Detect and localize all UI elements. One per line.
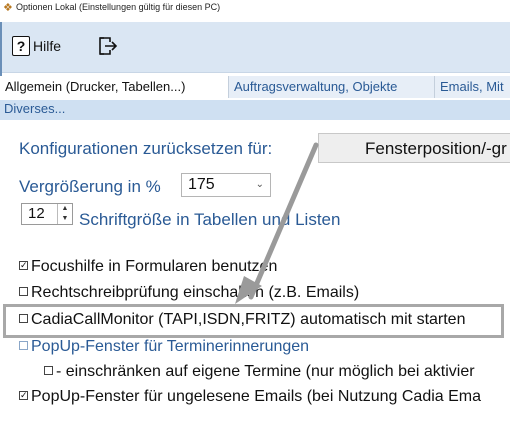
checkbox-eigene-termine[interactable] (44, 366, 53, 376)
help-icon: ? (12, 36, 30, 56)
option-rechtschreibpruefung[interactable]: Rechtschreibprüfung einschalten (z.B. Em… (19, 284, 359, 302)
tab-auftragsverwaltung[interactable]: Auftragsverwaltung, Objekte (228, 76, 439, 98)
font-size-label: Schriftgröße in Tabellen und Listen (79, 210, 341, 229)
option-eigene-termine[interactable]: - einschränken auf eigene Termine (nur m… (44, 363, 475, 381)
stepper-buttons: ▲ ▼ (57, 204, 72, 224)
toolbar: ? Hilfe (0, 22, 510, 73)
zoom-value: 175 (188, 176, 215, 193)
tab-allgemein[interactable]: Allgemein (Drucker, Tabellen...) (0, 76, 227, 98)
checkbox-terminerinnerungen[interactable] (19, 341, 28, 351)
zoom-label: Vergrößerung in % (19, 177, 161, 196)
option-focushilfe[interactable]: ✓ Focushilfe in Formularen benutzen (19, 258, 277, 276)
reset-window-position-button[interactable]: Fensterposition/-gr (318, 133, 510, 163)
gear-diamond-icon: ❖ (3, 2, 13, 14)
exit-arrow-icon (99, 37, 118, 55)
option-eigene-termine-label: - einschränken auf eigene Termine (nur m… (56, 363, 475, 380)
checkbox-ungelesene-emails[interactable]: ✓ (19, 391, 28, 401)
option-terminerinnerungen-label: PopUp-Fenster für Terminerinnerungen (31, 338, 310, 355)
window-title: Optionen Lokal (Einstellungen gültig für… (16, 2, 221, 12)
subtab-bar: Diverses... (0, 100, 510, 120)
help-button[interactable]: ? Hilfe (12, 33, 61, 59)
exit-button[interactable] (96, 35, 118, 57)
stepper-down-icon[interactable]: ▼ (58, 214, 72, 224)
title-bar: ❖ Optionen Lokal (Einstellungen gültig f… (0, 0, 510, 22)
tab-emails[interactable]: Emails, Mit (434, 76, 510, 98)
checkbox-cadiacallmonitor[interactable] (19, 314, 28, 324)
option-ungelesene-emails[interactable]: ✓ PopUp-Fenster für ungelesene Emails (be… (19, 388, 481, 406)
option-ungelesene-emails-label: PopUp-Fenster für ungelesene Emails (bei… (31, 388, 482, 405)
font-size-value: 12 (28, 205, 45, 222)
checkbox-rechtschreibpruefung[interactable] (19, 287, 28, 297)
option-cadiacallmonitor-label: CadiaCallMonitor (TAPI,ISDN,FRITZ) autom… (31, 311, 466, 328)
zoom-select[interactable]: 175 ⌄ (181, 173, 271, 197)
reset-config-label: Konfigurationen zurücksetzen für: (19, 139, 273, 158)
help-label: Hilfe (33, 38, 62, 54)
chevron-down-icon: ⌄ (255, 179, 264, 190)
stepper-up-icon[interactable]: ▲ (58, 204, 72, 214)
option-rechtschreibpruefung-label: Rechtschreibprüfung einschalten (z.B. Em… (31, 284, 360, 301)
option-focushilfe-label: Focushilfe in Formularen benutzen (31, 258, 278, 275)
option-terminerinnerungen[interactable]: PopUp-Fenster für Terminerinnerungen (19, 338, 309, 356)
option-cadiacallmonitor[interactable]: CadiaCallMonitor (TAPI,ISDN,FRITZ) autom… (19, 311, 465, 329)
checkbox-focushilfe[interactable]: ✓ (19, 261, 28, 271)
tab-bar: Allgemein (Drucker, Tabellen...) Auftrag… (0, 76, 510, 100)
tab-diverses[interactable]: Diverses... (4, 101, 65, 116)
font-size-stepper[interactable]: 12 ▲ ▼ (21, 203, 73, 225)
